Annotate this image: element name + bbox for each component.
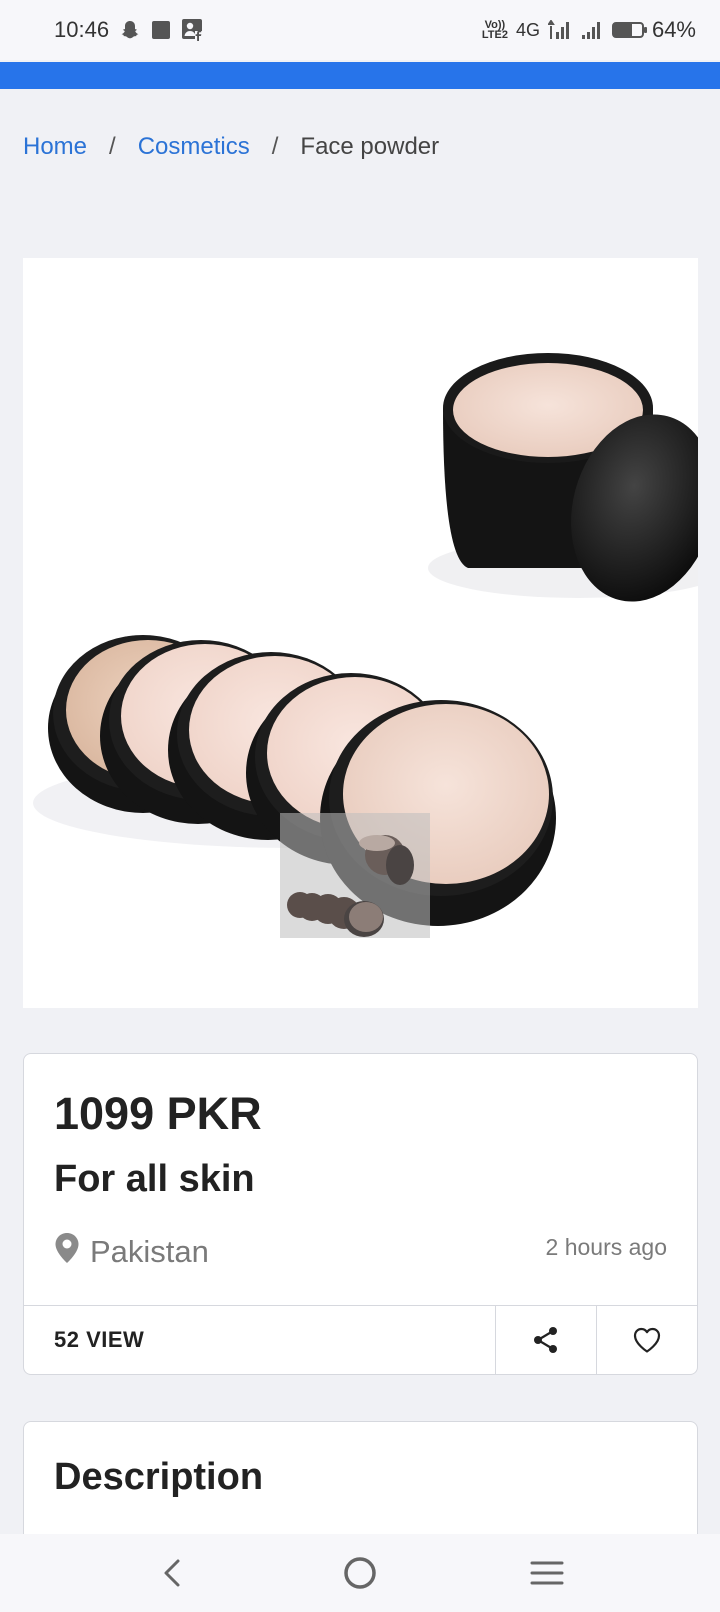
location-text: Pakistan (90, 1234, 209, 1269)
battery-fill (613, 24, 632, 36)
back-icon (164, 1559, 180, 1587)
status-right: Vo)) LTE2 4G 64% (482, 17, 696, 43)
share-button[interactable] (495, 1306, 596, 1374)
home-button[interactable] (330, 1543, 390, 1603)
breadcrumb-separator: / (109, 133, 116, 160)
menu-button[interactable] (517, 1543, 577, 1603)
back-button[interactable] (143, 1543, 203, 1603)
volte-indicator: Vo)) LTE2 (481, 20, 508, 41)
product-card-footer: 52 VIEW (24, 1305, 697, 1374)
product-subtitle: For all skin (54, 1158, 255, 1200)
header-accent-bar (0, 62, 720, 89)
signal-strength-2-icon (580, 20, 604, 40)
menu-icon (530, 1561, 564, 1585)
breadcrumb-home-link[interactable]: Home (23, 133, 87, 161)
product-price: 1099 PKR (54, 1088, 262, 1139)
product-info-card: 1099 PKR For all skin Pakistan 2 hours a… (23, 1053, 698, 1375)
network-type: 4G (515, 19, 540, 40)
status-time: 10:46 (54, 17, 110, 42)
description-title: Description (54, 1456, 264, 1498)
home-circle-icon (344, 1557, 376, 1589)
status-left: 10:46 (54, 17, 205, 43)
volte-bottom-text: LTE2 (481, 29, 508, 41)
favorite-button[interactable] (596, 1306, 697, 1374)
battery-percent: 64% (651, 17, 696, 42)
breadcrumb-current: Face powder (300, 133, 440, 160)
description-card: Description (23, 1421, 698, 1551)
posted-time: 2 hours ago (545, 1234, 667, 1260)
battery-icon (611, 22, 647, 38)
system-nav-bar (0, 1534, 720, 1612)
share-icon (534, 1327, 557, 1353)
square-notification-icon (151, 20, 171, 40)
breadcrumb-separator: / (271, 133, 279, 160)
product-location: Pakistan (54, 1232, 209, 1272)
signal-strength-icon (547, 20, 572, 40)
heart-icon (633, 1327, 661, 1353)
view-count: 52 VIEW (54, 1327, 145, 1352)
breadcrumb-category-link[interactable]: Cosmetics (138, 133, 250, 161)
image-zoom-lens[interactable] (280, 813, 430, 938)
facebook-contact-icon (181, 18, 205, 42)
location-pin-icon (54, 1232, 80, 1272)
status-bar: 10:46 Vo)) LTE2 4G 64% (0, 0, 720, 60)
snapchat-icon (119, 19, 141, 41)
breadcrumb: Home / Cosmetics / Face powder (23, 133, 439, 161)
